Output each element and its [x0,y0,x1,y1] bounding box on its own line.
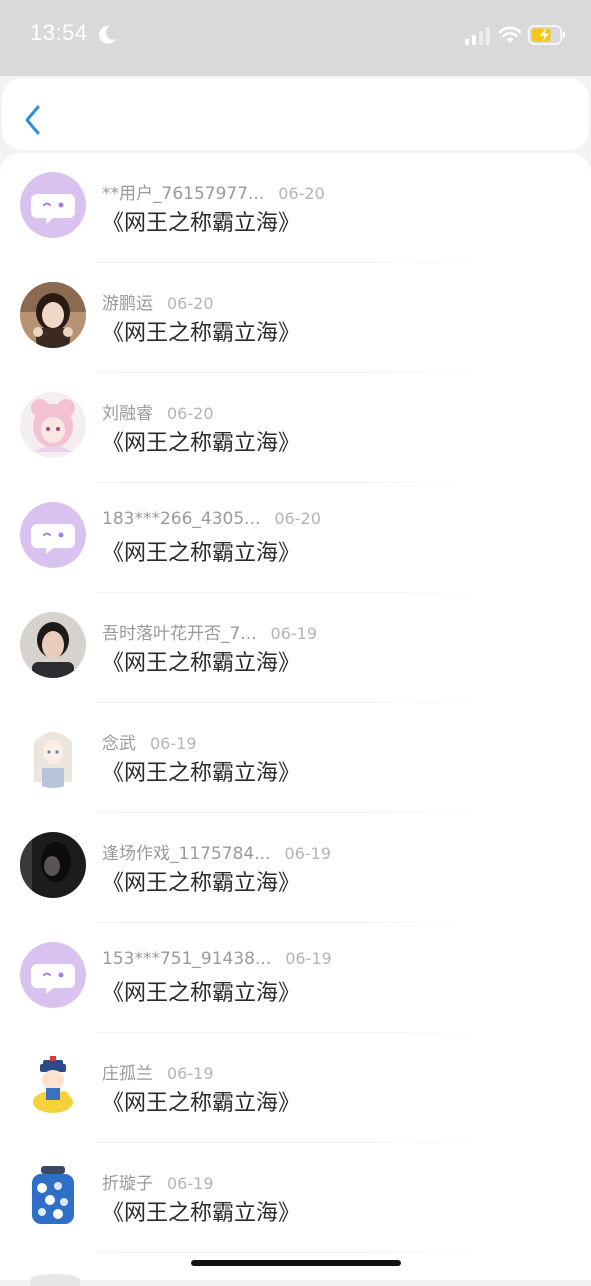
anime-avatar-image [20,392,86,458]
user-name: 刘融睿 06-20 [102,399,214,424]
item-date: 06-19 [285,949,332,968]
back-chevron-icon[interactable] [22,104,42,136]
wifi-icon [498,26,522,43]
user-name-text: 念武 [102,734,136,754]
item-date: 06-20 [278,184,325,203]
user-name: 庄孤兰 06-19 [102,1059,214,1084]
user-name: 183***266_4305... 06-20 [102,509,321,529]
book-title: 《网王之称霸立海》 [102,321,301,346]
list-item[interactable]: 刘融睿 06-20 《网王之称霸立海》 [0,373,591,483]
book-title: 《网王之称霸立海》 [102,761,301,786]
chat-bubble-icon [20,502,86,568]
battery-charging-icon [528,25,565,45]
user-name-text: 逢场作戏_1175784... [102,844,271,864]
next-avatar-peek [30,1274,80,1286]
book-title: 《网王之称霸立海》 [102,1201,301,1226]
list-item[interactable]: 逢场作戏_1175784... 06-19 《网王之称霸立海》 [0,813,591,923]
divider [96,1252,492,1253]
list-item[interactable]: 折璇子 06-19 《网王之称霸立海》 [0,1143,591,1253]
list-item[interactable]: 游鹏运 06-20 《网王之称霸立海》 [0,263,591,373]
chat-bubble-icon [20,942,86,1008]
anime-avatar-image [20,722,86,788]
user-name-text: 折璇子 [102,1174,153,1194]
list-item[interactable]: 念武 06-19 《网王之称霸立海》 [0,703,591,813]
book-title: 《网王之称霸立海》 [102,211,301,236]
comment-list: **用户_76157977... 06-20 《网王之称霸立海》 游鹏运 06-20… [0,153,591,1280]
status-time: 13:54 [30,20,88,45]
user-name-text: 吾时落叶花开否_7... [102,624,257,644]
book-title: 《网王之称霸立海》 [102,1091,301,1116]
item-date: 06-19 [167,1064,214,1083]
status-bar: 13:54 [0,0,591,76]
item-date: 06-20 [167,294,214,313]
user-name: **用户_76157977... 06-20 [102,179,325,204]
book-title: 《网王之称霸立海》 [102,651,301,676]
list-item[interactable]: 153***751_91438... 06-19 《网王之称霸立海》 [0,923,591,1033]
user-name-text: 153***751_91438... [102,949,272,969]
user-name-text: **用户_76157977... [102,184,265,204]
anime-girl-avatar[interactable] [20,722,86,788]
list-item[interactable]: 吾时落叶花开否_7... 06-19 《网王之称霸立海》 [0,593,591,703]
photo-avatar-image [20,832,86,898]
photo-avatar-image [20,612,86,678]
user-name-text: 庄孤兰 [102,1064,153,1084]
user-name-text: 183***266_4305... [102,509,261,529]
list-item[interactable]: 183***266_4305... 06-20 《网王之称霸立海》 [0,483,591,593]
photo-avatar-image [20,282,86,348]
item-date: 06-20 [274,509,321,528]
book-title: 《网王之称霸立海》 [102,871,301,896]
signal-icon [465,27,490,45]
book-title: 《网王之称霸立海》 [102,981,301,1006]
book-title: 《网王之称霸立海》 [102,541,301,566]
user-name: 念武 06-19 [102,729,197,754]
cartoon-avatar-image [20,1052,86,1118]
anime-girl-avatar[interactable] [20,392,86,458]
nav-bar [2,78,589,150]
jar-avatar-image [20,1162,86,1228]
user-name: 逢场作戏_1175784... 06-19 [102,839,331,864]
user-name: 吾时落叶花开否_7... 06-19 [102,619,317,644]
default-chat-avatar[interactable] [20,942,86,1008]
item-date: 06-19 [167,1174,214,1193]
item-date: 06-19 [284,844,331,863]
cartoon-duck-avatar[interactable] [20,1052,86,1118]
chat-bubble-icon [20,172,86,238]
list-item[interactable]: **用户_76157977... 06-20 《网王之称霸立海》 [0,153,591,263]
moon-icon [99,25,116,44]
user-name: 折璇子 06-19 [102,1169,214,1194]
photo-avatar[interactable] [20,282,86,348]
default-chat-avatar[interactable] [20,502,86,568]
item-date: 06-19 [150,734,197,753]
book-title: 《网王之称霸立海》 [102,431,301,456]
photo-avatar[interactable] [20,612,86,678]
item-date: 06-19 [270,624,318,643]
home-indicator[interactable] [191,1260,401,1266]
photo-avatar[interactable] [20,832,86,898]
default-chat-avatar[interactable] [20,172,86,238]
user-name: 153***751_91438... 06-19 [102,949,332,969]
user-name: 游鹏运 06-20 [102,289,214,314]
user-name-text: 游鹏运 [102,294,153,314]
jar-avatar[interactable] [20,1162,86,1228]
user-name-text: 刘融睿 [102,404,153,424]
item-date: 06-20 [167,404,214,423]
list-item[interactable]: 庄孤兰 06-19 《网王之称霸立海》 [0,1033,591,1143]
